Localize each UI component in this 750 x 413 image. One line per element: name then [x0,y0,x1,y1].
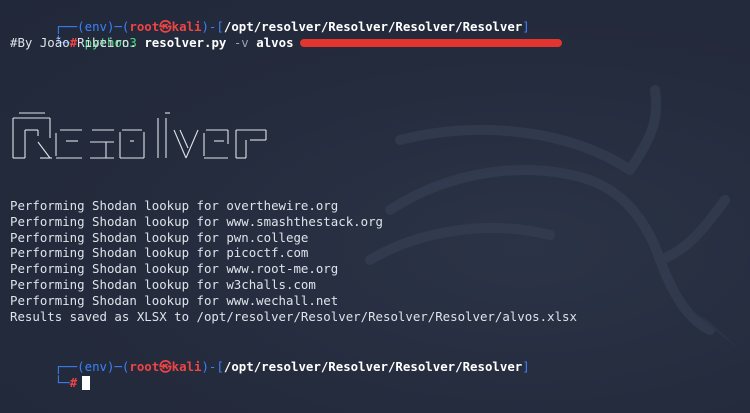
prompt-user-2: root [129,358,160,374]
command-arg: alvos [256,34,294,50]
output-line: Results saved as XLSX to /opt/resolver/R… [10,308,577,324]
command-flag: -v [233,34,249,50]
active-prompt[interactable]: ┌──(env)─(root㉿kali)-[/opt/resolver/Reso… [10,343,530,390]
prompt-path: /opt/resolver/Resolver/Resolver/Resolver [223,18,523,34]
prompt-host: kali [171,18,202,34]
ascii-logo [12,112,267,159]
prompt-host-2: kali [171,358,202,374]
terminal-content: ┌──(env)─(root㉿kali)-[/opt/resolver/Reso… [10,3,746,50]
output-line: Performing Shodan lookup for www.smashth… [10,213,383,229]
output-line: Performing Shodan lookup for overthewire… [10,198,339,213]
output-line: Performing Shodan lookup for picoctf.com [10,245,309,261]
prompt-header: ┌──(env)─(root㉿kali)-[/opt/resolver/Reso… [54,18,530,34]
prompt-host-symbol: ㉿ [159,18,172,34]
prompt-path-2: /opt/resolver/Resolver/Resolver/Resolver [223,358,523,374]
output-line: Performing Shodan lookup for www.wechall… [10,292,339,308]
redaction-bar [299,39,562,48]
text-cursor[interactable] [82,375,91,390]
prompt-header-2: ┌──(env)─(root㉿kali)-[/opt/resolver/Reso… [54,358,530,374]
output-line: Performing Shodan lookup for w3challs.co… [10,276,316,292]
prompt-env-2: (env) [77,358,115,374]
command-script: resolver.py [144,34,227,50]
prompt-env: (env) [77,18,115,34]
terminal-window[interactable]: ┌──(env)─(root㉿kali)-[/opt/resolver/Reso… [0,0,750,413]
output-block: Performing Shodan lookup for overthewire… [10,198,577,324]
output-line: Performing Shodan lookup for www.root-me… [10,261,339,277]
prompt-user: root [129,18,160,34]
prompt-host-symbol-2: ㉿ [159,358,172,374]
prompt-symbol-2: # [69,374,78,390]
output-line: Performing Shodan lookup for pwn.college [10,229,309,245]
